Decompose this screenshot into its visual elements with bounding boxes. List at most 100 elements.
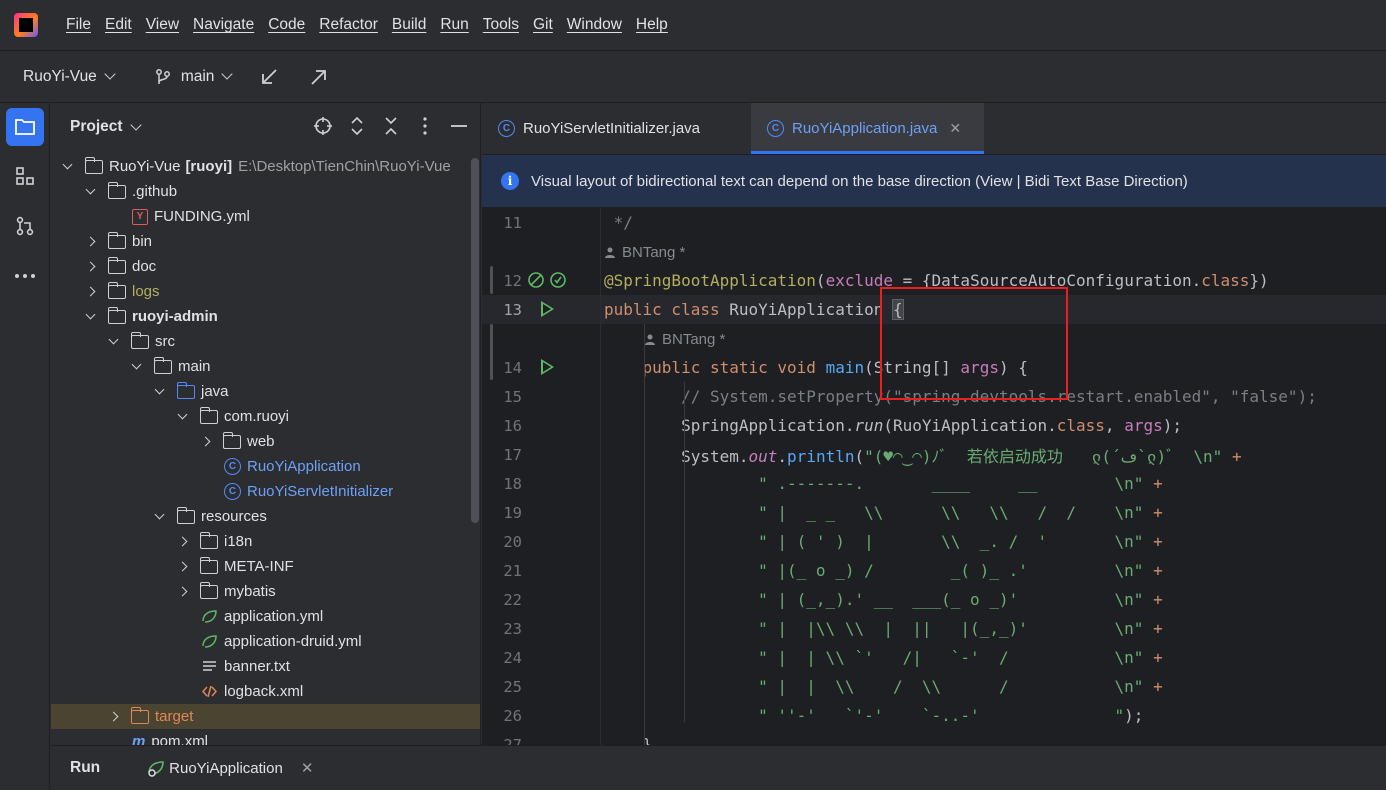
- menu-edit[interactable]: Edit: [105, 16, 132, 34]
- tree-item[interactable]: banner.txt: [51, 654, 471, 679]
- close-icon[interactable]: ✕: [949, 120, 961, 137]
- menu-navigate[interactable]: Navigate: [193, 16, 254, 34]
- tree-item[interactable]: com.ruoyi: [51, 404, 471, 429]
- tree-item[interactable]: target: [51, 704, 480, 729]
- run-gutter-icon[interactable]: [541, 301, 554, 317]
- tree-item[interactable]: logs: [51, 279, 471, 304]
- menu-code[interactable]: Code: [268, 16, 305, 34]
- code-line[interactable]: BNTang *: [482, 324, 1386, 353]
- chevron-right-icon[interactable]: [177, 586, 188, 597]
- code-line[interactable]: 11 */: [482, 208, 1386, 237]
- code-line[interactable]: 12 @SpringBootApplication(exclude = {Data…: [482, 266, 1386, 295]
- tree-item[interactable]: src: [51, 329, 471, 354]
- project-tool-button[interactable]: [6, 108, 44, 146]
- chevron-down-icon[interactable]: [108, 334, 119, 345]
- hide-panel-icon[interactable]: [448, 115, 470, 137]
- tree-item[interactable]: main: [51, 354, 471, 379]
- code-line[interactable]: 24 " | | \\ `' /| `-' / \n" +: [482, 643, 1386, 672]
- tree-item[interactable]: i18n: [51, 529, 471, 554]
- tree-item[interactable]: Y FUNDING.yml: [51, 204, 471, 229]
- chevron-down-icon[interactable]: [131, 359, 142, 370]
- tree-item[interactable]: java: [51, 379, 471, 404]
- code-line[interactable]: 23 " | |\\ \\ | || |(_,_)' \n" +: [482, 614, 1386, 643]
- menu-build[interactable]: Build: [392, 16, 426, 34]
- chevron-down-icon[interactable]: [129, 118, 142, 131]
- chevron-down-icon[interactable]: [154, 509, 165, 520]
- more-tools-button[interactable]: [6, 257, 44, 295]
- menu-help[interactable]: Help: [636, 16, 668, 34]
- menu-run[interactable]: Run: [440, 16, 468, 34]
- update-project-icon[interactable]: [259, 67, 279, 87]
- chevron-right-icon[interactable]: [200, 436, 211, 447]
- chevron-right-icon[interactable]: [177, 536, 188, 547]
- tree-item[interactable]: web: [51, 429, 471, 454]
- chevron-right-icon[interactable]: [85, 236, 96, 247]
- menu-view[interactable]: View: [146, 16, 179, 34]
- chevron-down-icon[interactable]: [85, 184, 96, 195]
- tree-item[interactable]: doc: [51, 254, 471, 279]
- code-line[interactable]: 15 // System.setProperty("spring.devtool…: [482, 382, 1386, 411]
- chevron-down-icon[interactable]: [62, 159, 73, 170]
- code-line[interactable]: 25 " | | \\ / \\ / \n" +: [482, 672, 1386, 701]
- menu-refactor[interactable]: Refactor: [319, 16, 378, 34]
- chevron-right-icon[interactable]: [85, 261, 96, 272]
- menu-git[interactable]: Git: [533, 16, 553, 34]
- project-selector[interactable]: RuoYi-Vue: [23, 68, 116, 86]
- code-line[interactable]: 14 public static void main(String[] args…: [482, 353, 1386, 382]
- spring-bean-gutter-icon[interactable]: [527, 270, 569, 294]
- menu-file[interactable]: File: [66, 16, 91, 34]
- code-line[interactable]: 20 " | ( ' ) | \\ _. / ' \n" +: [482, 527, 1386, 556]
- chevron-right-icon[interactable]: [177, 561, 188, 572]
- chevron-down-icon[interactable]: [154, 384, 165, 395]
- chevron-right-icon[interactable]: [108, 711, 119, 722]
- tab-ruoyi-application[interactable]: C RuoYiApplication.java ✕: [751, 103, 984, 154]
- chevron-down-icon[interactable]: [85, 309, 96, 320]
- project-scrollbar[interactable]: [471, 158, 479, 523]
- project-panel-title[interactable]: Project: [70, 118, 123, 136]
- tree-item[interactable]: C RuoYiApplication: [51, 454, 471, 479]
- chevron-down-icon[interactable]: [177, 409, 188, 420]
- push-icon[interactable]: [309, 67, 329, 87]
- vcs-change-marker[interactable]: [490, 324, 493, 380]
- menu-tools[interactable]: Tools: [483, 16, 519, 34]
- code-line[interactable]: 17 System.out.println("(♥◠‿◠)ﾉﾞ 若依启动成功 ლ…: [482, 440, 1386, 469]
- code-line[interactable]: 21 " |(_ o _) / _( )_ .' \n" +: [482, 556, 1386, 585]
- code-line[interactable]: 16 SpringApplication.run(RuoYiApplicatio…: [482, 411, 1386, 440]
- tree-item[interactable]: mybatis: [51, 579, 471, 604]
- locate-file-icon[interactable]: [312, 115, 334, 137]
- tree-item[interactable]: application-druid.yml: [51, 629, 471, 654]
- code-line[interactable]: 18 " .-------. ____ __ \n" +: [482, 469, 1386, 498]
- menu-window[interactable]: Window: [567, 16, 622, 34]
- code-line[interactable]: 26 " ''-' `'-' `-..-' ");: [482, 701, 1386, 730]
- branch-selector[interactable]: main: [154, 68, 234, 86]
- tree-item[interactable]: logback.xml: [51, 679, 471, 704]
- collapse-all-icon[interactable]: [380, 115, 402, 137]
- commit-tool-button[interactable]: [6, 207, 44, 245]
- tree-item[interactable]: C RuoYiServletInitializer: [51, 479, 471, 504]
- code-line[interactable]: BNTang *: [482, 237, 1386, 266]
- run-tool-label[interactable]: Run: [70, 759, 100, 777]
- tab-ruoyi-servlet-initializer[interactable]: C RuoYiServletInitializer.java: [482, 103, 751, 154]
- intellij-logo-icon[interactable]: [14, 13, 38, 37]
- tree-item[interactable]: .github: [51, 179, 471, 204]
- tree-item[interactable]: META-INF: [51, 554, 471, 579]
- run-gutter-icon[interactable]: [541, 359, 554, 375]
- code-line[interactable]: 27 }: [482, 730, 1386, 745]
- tree-item[interactable]: application.yml: [51, 604, 471, 629]
- close-icon[interactable]: ✕: [301, 759, 314, 777]
- code-editor[interactable]: 11 */ BNTang * 12 @SpringBootApplication(ex…: [482, 208, 1386, 745]
- code-line[interactable]: 19 " | _ _ \\ \\ \\ / / \n" +: [482, 498, 1386, 527]
- vcs-change-marker[interactable]: [490, 266, 493, 294]
- tree-item[interactable]: m pom.xml: [51, 729, 471, 745]
- options-icon[interactable]: [414, 115, 436, 137]
- tree-item[interactable]: RuoYi-Vue [ruoyi] E:\Desktop\TienChin\RuoY…: [51, 154, 471, 179]
- tree-item[interactable]: bin: [51, 229, 471, 254]
- tree-item[interactable]: ruoyi-admin: [51, 304, 471, 329]
- code-line[interactable]: 13 public class RuoYiApplication {: [482, 295, 1386, 324]
- chevron-right-icon[interactable]: [85, 286, 96, 297]
- expand-all-icon[interactable]: [346, 115, 368, 137]
- run-config-tab[interactable]: RuoYiApplication: [169, 760, 283, 777]
- tree-item[interactable]: resources: [51, 504, 471, 529]
- code-line[interactable]: 22 " | (_,_).' __ ___(_ o _)' \n" +: [482, 585, 1386, 614]
- structure-tool-button[interactable]: [6, 157, 44, 195]
